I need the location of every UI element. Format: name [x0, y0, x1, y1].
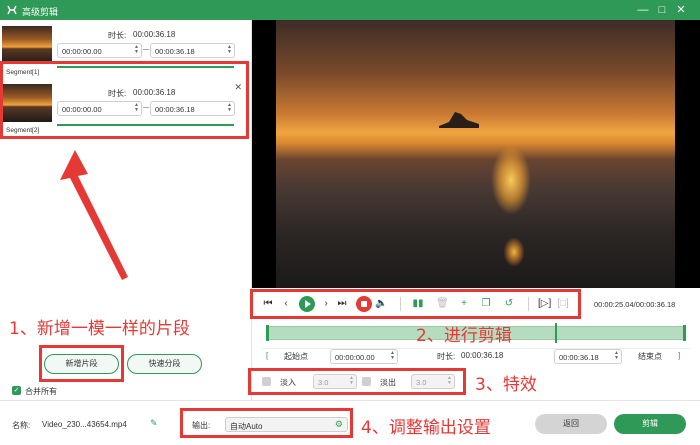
set-end-button[interactable]: 结束点	[638, 351, 662, 362]
highlight-frame-segment	[0, 61, 249, 139]
arrow-annotation	[60, 150, 128, 280]
start-time-value: 00:00:00.00	[62, 47, 102, 56]
highlight-frame-controls	[250, 289, 581, 319]
segment-thumbnail	[2, 26, 52, 64]
bracket-left-icon: [	[266, 351, 269, 360]
timeline-end-handle[interactable]	[683, 325, 686, 341]
file-name-value: Video_230...43654.mp4	[42, 420, 127, 429]
spinner-icon[interactable]: ▲ ▼	[227, 45, 232, 55]
duration-value: 00:00:36.18	[133, 30, 176, 39]
merge-all-checkbox[interactable]: ✓	[12, 386, 21, 395]
highlight-frame-new-segment	[39, 345, 124, 382]
range-start-value: 00:00:00.00	[335, 353, 375, 362]
sun-reflection-lower	[504, 238, 524, 266]
edit-name-icon[interactable]: ✎	[150, 418, 158, 429]
video-frame	[276, 20, 675, 288]
app-logo-icon	[7, 5, 17, 15]
range-end-field[interactable]: 00:00:36.18 ▲ ▼	[554, 349, 622, 364]
rock-silhouette	[439, 112, 479, 128]
start-time-field[interactable]: 00:00:00.00 ▲ ▼	[57, 43, 142, 58]
playhead-marker[interactable]	[554, 323, 557, 343]
maximize-icon[interactable]: □	[655, 3, 669, 17]
back-button[interactable]: 返回	[535, 414, 607, 434]
annotation-1: 1、新增一模一样的片段	[9, 319, 190, 339]
timecode: 00:00:25.04/00:00:36.18	[594, 300, 676, 309]
title-bar: 高级剪辑 — □ ✕	[0, 0, 700, 20]
timeline-start-handle[interactable]	[266, 325, 269, 341]
clip-button[interactable]: 剪辑	[614, 414, 686, 434]
quick-split-button[interactable]: 快速分段	[127, 354, 202, 374]
close-icon[interactable]: ✕	[674, 3, 688, 17]
end-time-value: 00:00:36.18	[155, 47, 195, 56]
minimize-icon[interactable]: —	[636, 3, 650, 17]
annotation-3: 3、特效	[475, 375, 537, 395]
annotation-2: 2、进行剪辑	[416, 326, 512, 346]
duration-label: 时长:	[108, 31, 127, 40]
sun-reflection	[491, 145, 531, 215]
file-name-label: 名称:	[12, 421, 31, 430]
spinner-icon[interactable]: ▲ ▼	[614, 351, 619, 361]
bracket-right-icon: ]	[678, 351, 681, 360]
merge-all-label: 合并所有	[25, 387, 57, 396]
range-duration-label: 时长:	[437, 352, 456, 361]
range-duration-value: 00:00:36.18	[461, 351, 504, 360]
highlight-frame-effects	[248, 368, 466, 395]
range-dash	[143, 49, 149, 50]
window-title: 高级剪辑	[22, 7, 59, 17]
range-bar: [ 起始点 00:00:00.00 ▲ ▼ 时长: 00:00:36.18 00:…	[262, 348, 690, 364]
spinner-icon[interactable]: ▲ ▼	[134, 45, 139, 55]
highlight-frame-output	[180, 408, 353, 438]
range-start-field[interactable]: 00:00:00.00 ▲ ▼	[330, 349, 398, 364]
set-start-button[interactable]: 起始点	[284, 351, 308, 362]
end-time-field[interactable]: 00:00:36.18 ▲ ▼	[150, 43, 235, 58]
spinner-icon[interactable]: ▲ ▼	[390, 351, 395, 361]
annotation-4: 4、调整输出设置	[361, 418, 491, 438]
video-preview[interactable]	[252, 20, 700, 288]
range-end-value: 00:00:36.18	[559, 353, 599, 362]
